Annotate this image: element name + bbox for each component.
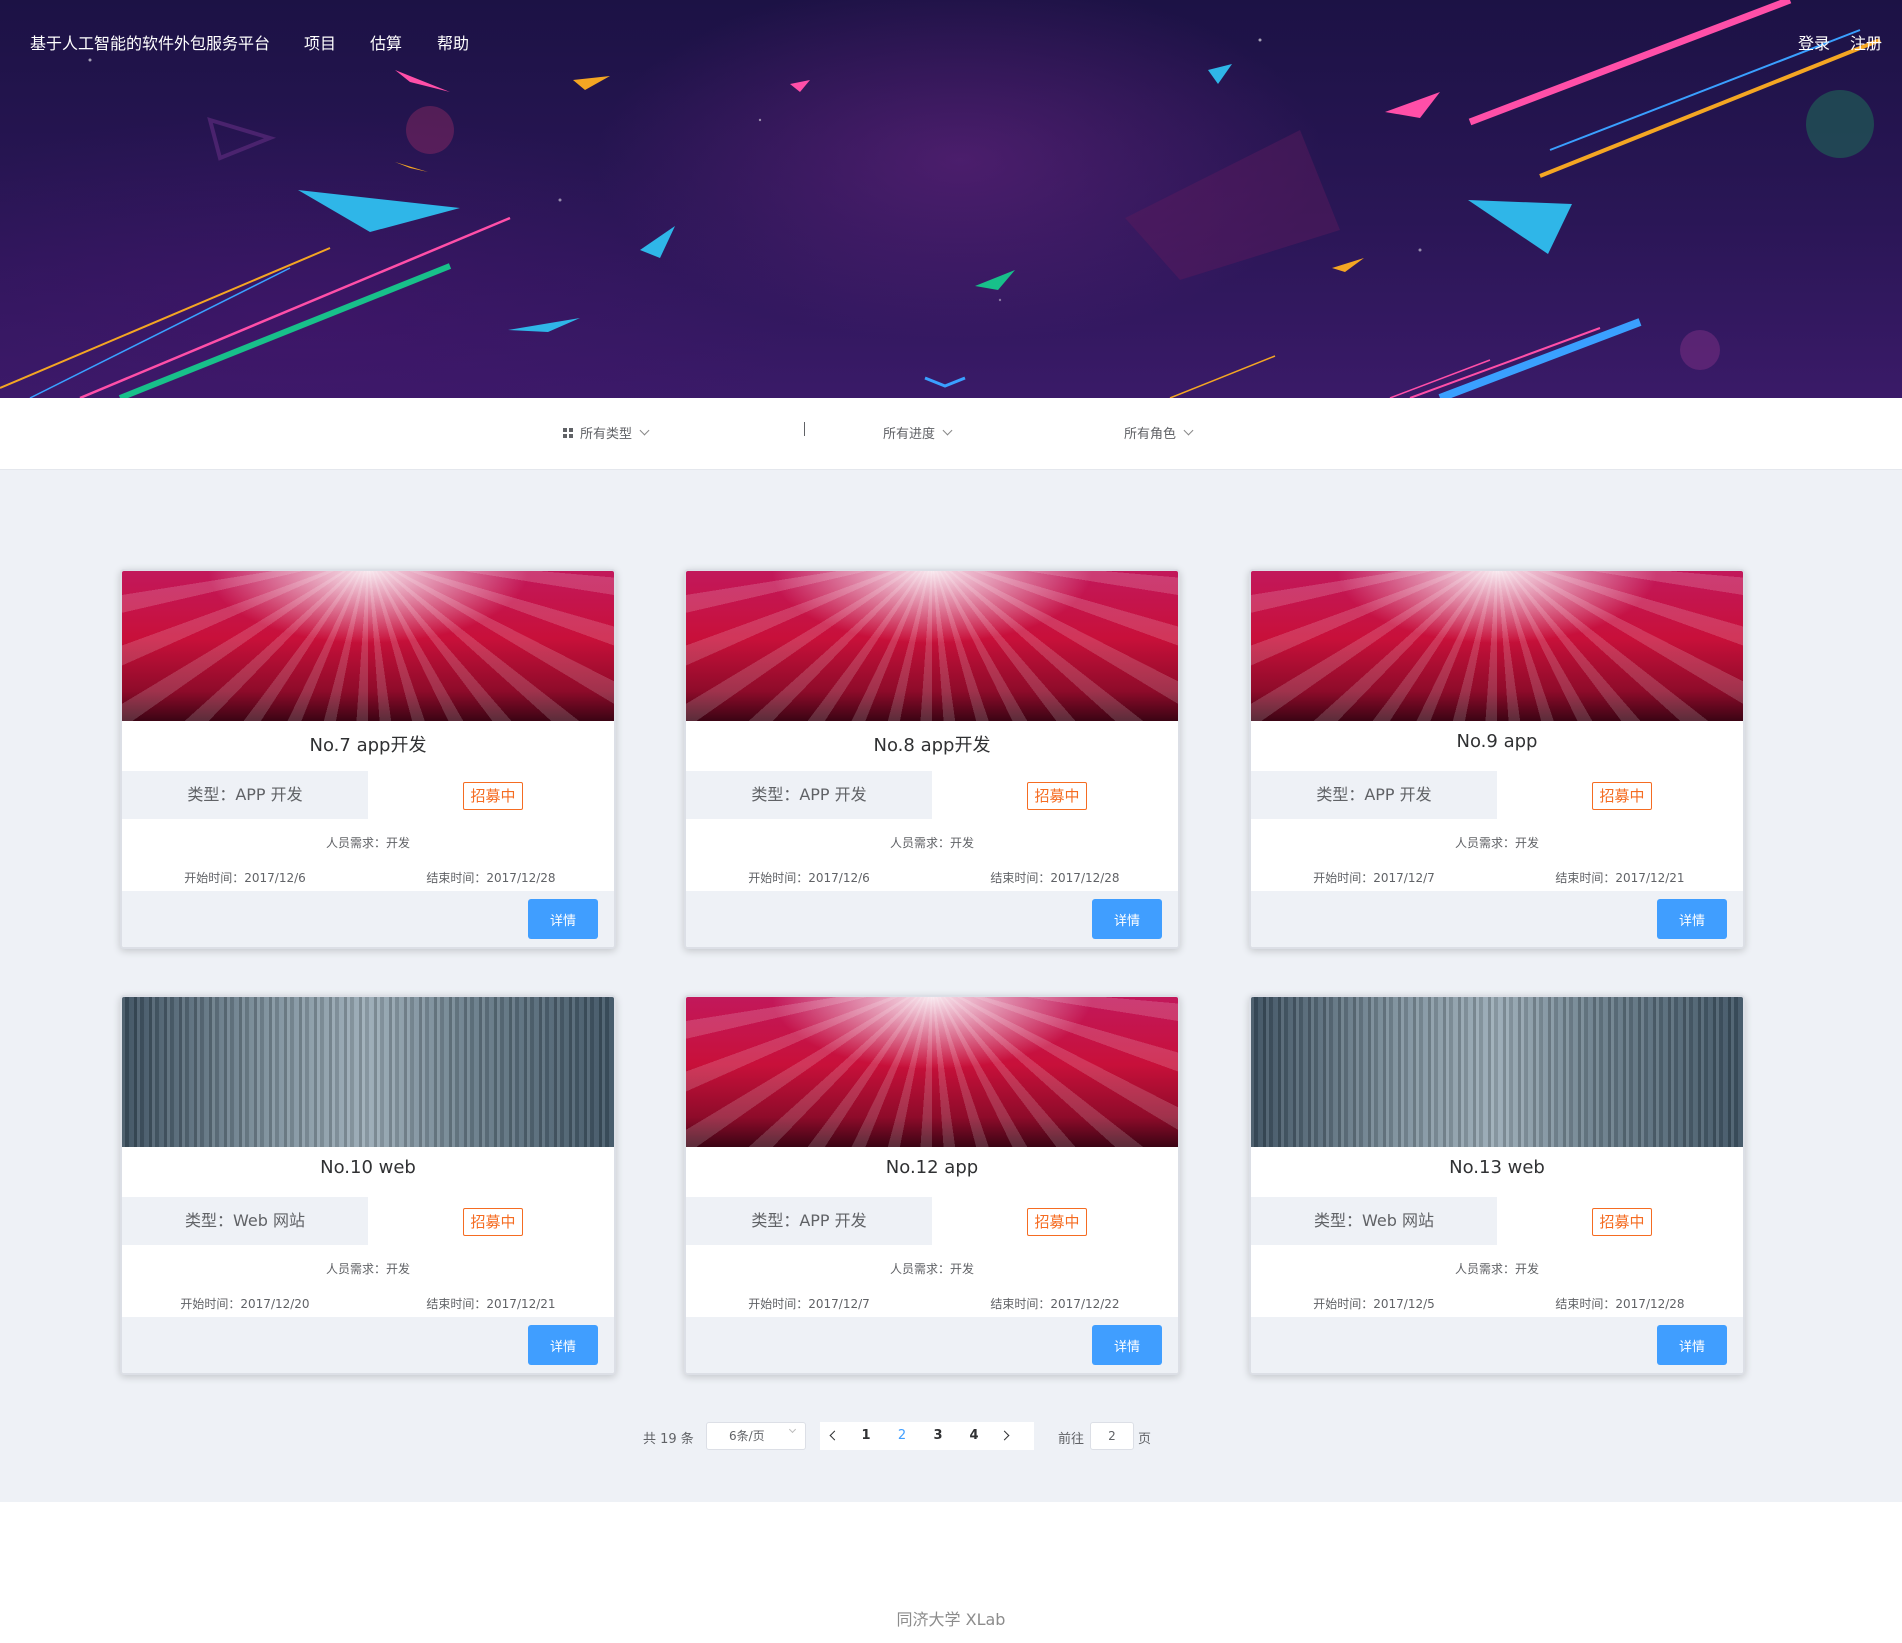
page-button-4[interactable]: 4 <box>956 1422 992 1450</box>
card-requirement: 人员需求：开发 <box>1454 836 1539 850</box>
card-requirement: 人员需求：开发 <box>889 836 974 850</box>
top-navigation: 基于人工智能的软件外包服务平台 项目 估算 帮助 登录 注册 <box>0 0 1902 80</box>
detail-button[interactable]: 详情 <box>1092 899 1162 939</box>
card-footer: 详情 <box>1251 891 1743 947</box>
filter-type-label: 所有类型 <box>580 427 633 442</box>
detail-button[interactable]: 详情 <box>1092 1325 1162 1365</box>
card-cover-image <box>686 571 1178 721</box>
chevron-down-icon <box>788 1425 797 1434</box>
card-type: 类型：APP 开发 <box>686 771 932 819</box>
filter-divider <box>804 422 805 436</box>
status-badge: 招募中 <box>463 782 523 810</box>
status-badge: 招募中 <box>1027 1208 1087 1236</box>
project-card: No.9 app 类型：APP 开发 招募中 人员需求：开发 开始时间：2017… <box>1249 569 1745 949</box>
card-end-time: 结束时间：2017/12/28 <box>990 871 1120 885</box>
card-footer: 详情 <box>1251 1317 1743 1373</box>
chevron-down-icon <box>639 425 650 436</box>
filter-type-dropdown[interactable]: 所有类型 <box>563 423 650 442</box>
page-button-3[interactable]: 3 <box>920 1422 956 1450</box>
card-cover-image <box>686 997 1178 1147</box>
filter-bar: 所有类型 所有进度 所有角色 <box>0 398 1902 470</box>
status-badge: 招募中 <box>1592 1208 1652 1236</box>
footer: 同济大学 XLab <box>0 1502 1902 1643</box>
project-card: No.12 app 类型：APP 开发 招募中 人员需求：开发 开始时间：201… <box>684 995 1180 1375</box>
card-end-time: 结束时间：2017/12/22 <box>990 1297 1120 1311</box>
page-suffix: 页 <box>1138 1432 1152 1447</box>
detail-button[interactable]: 详情 <box>1657 899 1727 939</box>
status-badge: 招募中 <box>1027 782 1087 810</box>
card-start-time: 开始时间：2017/12/7 <box>748 1297 870 1311</box>
pagination-total: 共 19 条 <box>643 1432 694 1447</box>
goto-label: 前往 <box>1058 1432 1085 1447</box>
card-end-time: 结束时间：2017/12/28 <box>1555 1297 1685 1311</box>
footer-text: 同济大学 XLab <box>896 1610 1006 1629</box>
page-button-1[interactable]: 1 <box>848 1422 884 1450</box>
filter-role-dropdown[interactable]: 所有角色 <box>1124 423 1194 442</box>
card-cover-image <box>1251 571 1743 721</box>
card-title: No.7 app开发 <box>309 735 427 756</box>
goto-page-input[interactable] <box>1090 1422 1134 1450</box>
card-requirement: 人员需求：开发 <box>1454 1262 1539 1276</box>
card-end-time: 结束时间：2017/12/28 <box>426 871 556 885</box>
card-title: No.12 app <box>885 1157 979 1178</box>
card-start-time: 开始时间：2017/12/20 <box>180 1297 310 1311</box>
detail-button[interactable]: 详情 <box>528 1325 598 1365</box>
project-card: No.7 app开发 类型：APP 开发 招募中 人员需求：开发 开始时间：20… <box>120 569 616 949</box>
grid-icon <box>563 427 573 438</box>
card-end-time: 结束时间：2017/12/21 <box>1555 871 1685 885</box>
card-cover-image <box>122 571 614 721</box>
card-start-time: 开始时间：2017/12/6 <box>748 871 870 885</box>
chevron-down-icon <box>1183 425 1194 436</box>
card-type: 类型：Web 网站 <box>122 1197 368 1245</box>
card-cover-image <box>122 997 614 1147</box>
card-type: 类型：Web 网站 <box>1251 1197 1497 1245</box>
nav-link-estimate[interactable]: 估算 <box>370 30 402 54</box>
card-title: No.10 web <box>320 1157 416 1178</box>
card-start-time: 开始时间：2017/12/6 <box>184 871 306 885</box>
card-footer: 详情 <box>122 1317 614 1373</box>
next-page-button[interactable] <box>992 1422 1020 1450</box>
nav-link-projects[interactable]: 项目 <box>304 30 336 54</box>
card-requirement: 人员需求：开发 <box>889 1262 974 1276</box>
page-size-select[interactable]: 6条/页 <box>706 1422 806 1450</box>
register-link[interactable]: 注册 <box>1850 30 1882 54</box>
pagination-pager: 1 2 3 4 <box>820 1422 1034 1450</box>
brand-title[interactable]: 基于人工智能的软件外包服务平台 <box>30 30 270 54</box>
card-start-time: 开始时间：2017/12/5 <box>1313 1297 1435 1311</box>
page-button-2[interactable]: 2 <box>884 1422 920 1450</box>
card-title: No.13 web <box>1449 1157 1545 1178</box>
card-cover-image <box>1251 997 1743 1147</box>
project-card: No.8 app开发 类型：APP 开发 招募中 人员需求：开发 开始时间：20… <box>684 569 1180 949</box>
status-badge: 招募中 <box>463 1208 523 1236</box>
card-footer: 详情 <box>686 891 1178 947</box>
page-size-value: 6条/页 <box>729 1429 765 1443</box>
card-footer: 详情 <box>686 1317 1178 1373</box>
detail-button[interactable]: 详情 <box>528 899 598 939</box>
filter-role-label: 所有角色 <box>1124 427 1177 442</box>
card-title: No.9 app <box>1456 731 1538 752</box>
card-title: No.8 app开发 <box>873 735 991 756</box>
card-requirement: 人员需求：开发 <box>325 1262 410 1276</box>
login-link[interactable]: 登录 <box>1798 30 1830 54</box>
prev-page-button[interactable] <box>820 1422 848 1450</box>
card-requirement: 人员需求：开发 <box>325 836 410 850</box>
project-card: No.10 web 类型：Web 网站 招募中 人员需求：开发 开始时间：201… <box>120 995 616 1375</box>
status-badge: 招募中 <box>1592 782 1652 810</box>
card-type: 类型：APP 开发 <box>1251 771 1497 819</box>
detail-button[interactable]: 详情 <box>1657 1325 1727 1365</box>
card-type: 类型：APP 开发 <box>686 1197 932 1245</box>
filter-progress-label: 所有进度 <box>883 427 936 442</box>
card-end-time: 结束时间：2017/12/21 <box>426 1297 556 1311</box>
hero-banner: 基于人工智能的软件外包服务平台 项目 估算 帮助 登录 注册 <box>0 0 1902 398</box>
filter-progress-dropdown[interactable]: 所有进度 <box>883 423 953 442</box>
chevron-down-icon <box>942 425 953 436</box>
project-card: No.13 web 类型：Web 网站 招募中 人员需求：开发 开始时间：201… <box>1249 995 1745 1375</box>
card-start-time: 开始时间：2017/12/7 <box>1313 871 1435 885</box>
nav-link-help[interactable]: 帮助 <box>437 30 469 54</box>
card-type: 类型：APP 开发 <box>122 771 368 819</box>
card-footer: 详情 <box>122 891 614 947</box>
